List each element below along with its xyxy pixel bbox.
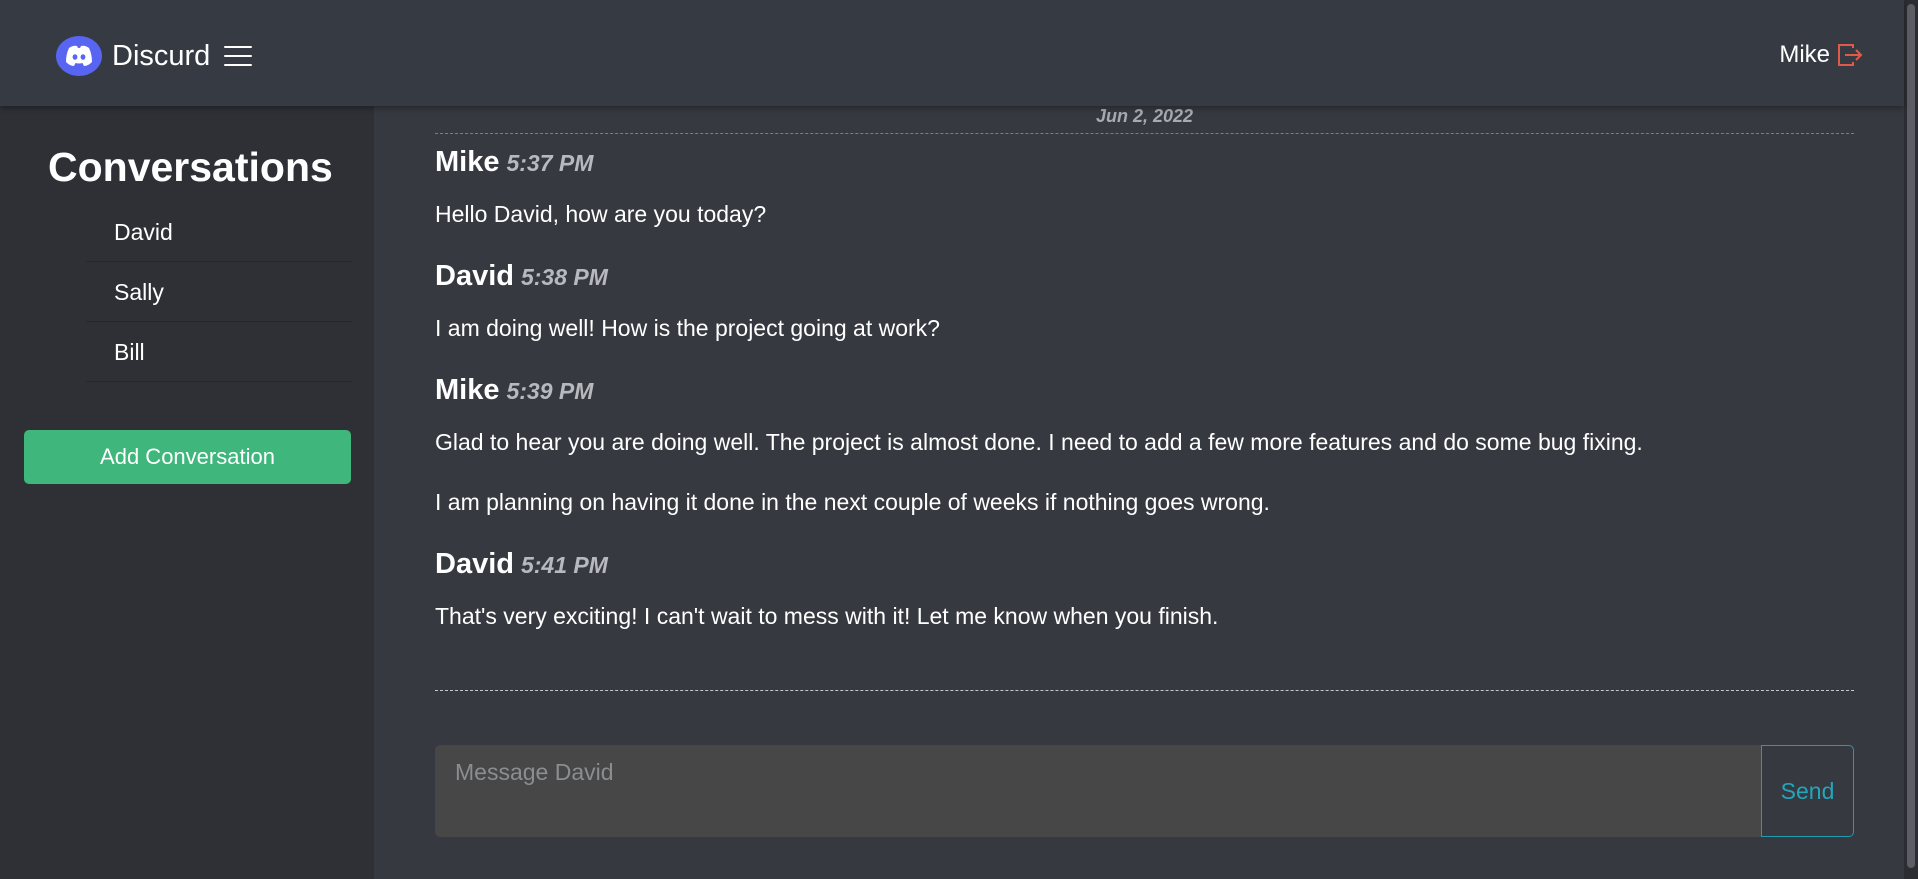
message-group: Mike 5:39 PM Glad to hear you are doing … — [435, 374, 1854, 518]
conversation-item-david[interactable]: David — [86, 202, 352, 262]
conversation-item-bill[interactable]: Bill — [86, 322, 352, 382]
messages-end-divider — [435, 690, 1854, 691]
chat-panel: Jun 2, 2022 Mike 5:37 PM Hello David, ho… — [374, 106, 1904, 879]
message-group: David 5:38 PM I am doing well! How is th… — [435, 260, 1854, 344]
message-list: Mike 5:37 PM Hello David, how are you to… — [435, 146, 1854, 662]
hamburger-menu-icon[interactable] — [224, 44, 253, 68]
current-user-name: Mike — [1779, 41, 1830, 68]
message-time: 5:39 PM — [506, 378, 594, 404]
message-text: I am planning on having it done in the n… — [435, 489, 1270, 515]
brand[interactable]: Discurd — [56, 36, 253, 76]
message-input[interactable] — [435, 745, 1761, 837]
message-text: Hello David, how are you today? — [435, 201, 767, 227]
message-header: Mike 5:37 PM — [435, 146, 1854, 186]
message-time: 5:41 PM — [520, 552, 608, 578]
message-group: Mike 5:37 PM Hello David, how are you to… — [435, 146, 1854, 230]
message-author: Mike — [435, 374, 500, 406]
message-text: I am doing well! How is the project goin… — [435, 315, 940, 341]
logout-icon[interactable] — [1836, 42, 1864, 68]
discord-logo-glyph — [66, 45, 92, 66]
date-divider: Jun 2, 2022 — [435, 106, 1854, 134]
message-composer: Send — [435, 745, 1854, 837]
conversation-item-sally[interactable]: Sally — [86, 262, 352, 322]
message-author: David — [435, 260, 514, 292]
message-author: Mike — [435, 146, 500, 178]
top-navbar: Discurd Mike — [0, 0, 1904, 106]
message-group: David 5:41 PM That's very exciting! I ca… — [435, 548, 1854, 632]
message-header: David 5:41 PM — [435, 548, 1854, 588]
date-label: Jun 2, 2022 — [1095, 106, 1194, 126]
message-time: 5:38 PM — [520, 264, 608, 290]
message-author: David — [435, 548, 514, 580]
message-time: 5:37 PM — [506, 150, 594, 176]
conversation-list: David Sally Bill — [86, 202, 352, 382]
message-header: David 5:38 PM — [435, 260, 1854, 300]
conversations-sidebar: Conversations David Sally Bill Add Conve… — [0, 106, 374, 879]
discord-logo-icon — [56, 36, 102, 76]
message-header: Mike 5:39 PM — [435, 374, 1854, 414]
scrollbar-thumb[interactable] — [1907, 4, 1915, 868]
brand-name: Discurd — [112, 40, 211, 72]
sidebar-title: Conversations — [48, 144, 333, 190]
message-text: Glad to hear you are doing well. The pro… — [435, 429, 1643, 455]
send-button[interactable]: Send — [1761, 745, 1854, 837]
page-scrollbar[interactable] — [1904, 0, 1918, 879]
user-area: Mike — [1779, 40, 1864, 70]
add-conversation-button[interactable]: Add Conversation — [24, 430, 351, 484]
message-text: That's very exciting! I can't wait to me… — [435, 603, 1219, 629]
